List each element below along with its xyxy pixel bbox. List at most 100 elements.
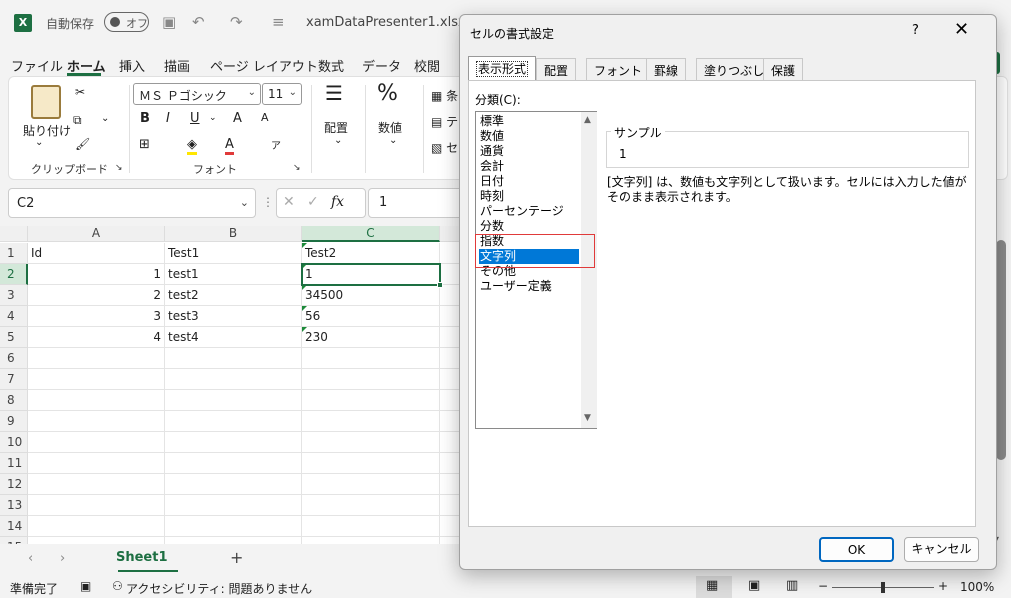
table-format-icon[interactable]: ▤ テ <box>431 113 458 130</box>
cell[interactable]: 230 <box>302 327 440 348</box>
bold-button[interactable]: B <box>140 111 150 126</box>
cell[interactable] <box>302 369 440 390</box>
cell[interactable] <box>440 327 460 348</box>
cell[interactable] <box>165 369 302 390</box>
clipboard-launcher-icon[interactable]: ↘ <box>115 163 123 173</box>
cell[interactable] <box>28 411 165 432</box>
cell[interactable] <box>28 390 165 411</box>
cell[interactable] <box>440 306 460 327</box>
macro-record-icon[interactable]: ▣ <box>80 579 91 593</box>
cell[interactable] <box>440 474 460 495</box>
row-header[interactable]: 3 <box>0 285 28 306</box>
add-sheet-button[interactable]: + <box>230 548 243 567</box>
row-header[interactable]: 8 <box>0 390 28 411</box>
row-header[interactable]: 9 <box>0 411 28 432</box>
save-icon[interactable]: ▣ <box>162 13 176 31</box>
category-item[interactable]: 会計 <box>479 159 579 174</box>
cell[interactable]: 1 <box>28 264 165 285</box>
cell[interactable]: Id <box>28 243 165 264</box>
alignment-button[interactable]: 配置 <box>324 119 348 136</box>
cell[interactable] <box>440 390 460 411</box>
cell[interactable] <box>28 495 165 516</box>
cell[interactable] <box>28 348 165 369</box>
vertical-scrollbar[interactable] <box>996 240 1006 460</box>
zoom-in-icon[interactable]: + <box>938 579 948 593</box>
cancel-icon[interactable]: ✕ <box>283 194 295 210</box>
formula-input[interactable]: 1 <box>368 188 468 218</box>
zoom-level[interactable]: 100% <box>960 580 994 594</box>
category-list[interactable]: ▲ ▼ 標準 数値 通貨 会計 日付 時刻 パーセンテージ 分数 指数 文字列 その他 ユーザー定義 <box>475 111 597 429</box>
page-break-view-icon[interactable]: ▥ <box>786 578 798 593</box>
font-size-select[interactable]: 11 ⌄ <box>262 83 302 105</box>
tab-insert[interactable]: 挿入 <box>119 56 145 75</box>
select-all-corner[interactable] <box>0 226 28 242</box>
tab-formulas[interactable]: 数式 <box>318 56 344 75</box>
category-item[interactable]: 時刻 <box>479 189 579 204</box>
row-header[interactable]: 1 <box>0 243 28 264</box>
help-button[interactable]: ? <box>912 23 919 38</box>
insert-function-icon[interactable]: fx <box>331 194 344 210</box>
zoom-slider-thumb[interactable] <box>881 582 885 593</box>
font-launcher-icon[interactable]: ↘ <box>293 163 301 173</box>
category-item[interactable]: ユーザー定義 <box>479 279 579 294</box>
cell[interactable] <box>165 411 302 432</box>
redo-icon[interactable]: ↷ <box>230 13 243 31</box>
cell[interactable] <box>302 348 440 369</box>
cell-style-icon[interactable]: ▧ セ <box>431 139 458 156</box>
cell[interactable]: 2 <box>28 285 165 306</box>
category-item[interactable]: 分数 <box>479 219 579 234</box>
borders-icon[interactable]: ⊞ <box>139 137 150 152</box>
cell[interactable] <box>302 537 440 544</box>
cell[interactable] <box>28 453 165 474</box>
cell[interactable] <box>165 537 302 544</box>
category-item[interactable]: 数値 <box>479 129 579 144</box>
grow-font-button[interactable]: A <box>233 111 242 126</box>
ok-button[interactable]: OK <box>819 537 894 562</box>
italic-button[interactable]: I <box>166 111 170 126</box>
cell[interactable] <box>440 537 460 544</box>
cell[interactable] <box>302 495 440 516</box>
cell[interactable] <box>440 432 460 453</box>
copy-chevron-icon[interactable]: ⌄ <box>101 113 109 124</box>
cell[interactable] <box>440 285 460 306</box>
row-header[interactable]: 13 <box>0 495 28 516</box>
cell[interactable]: test3 <box>165 306 302 327</box>
alignment-chevron-icon[interactable]: ⌄ <box>334 135 342 146</box>
customize-qat-icon[interactable]: ≡ <box>272 13 285 31</box>
cell[interactable]: test4 <box>165 327 302 348</box>
tab-protection[interactable]: 保護 <box>763 58 804 80</box>
row-header[interactable]: 11 <box>0 453 28 474</box>
font-name-select[interactable]: ＭＳ Ｐゴシック ⌄ <box>133 83 261 105</box>
category-item[interactable]: パーセンテージ <box>479 204 579 219</box>
cell[interactable] <box>165 474 302 495</box>
phonetic-button[interactable]: ア <box>271 137 281 152</box>
row-header[interactable]: 12 <box>0 474 28 495</box>
prev-sheet-icon[interactable]: ‹ <box>28 551 33 566</box>
enter-icon[interactable]: ✓ <box>307 194 319 210</box>
cell[interactable] <box>28 537 165 544</box>
cut-icon[interactable]: ✂ <box>75 85 85 99</box>
underline-chevron-icon[interactable]: ⌄ <box>209 113 217 123</box>
tab-fill[interactable]: 塗りつぶし <box>696 58 773 80</box>
copy-icon[interactable]: ⧉ <box>73 113 82 128</box>
scroll-up-icon[interactable]: ▲ <box>584 115 591 125</box>
row-header[interactable]: 4 <box>0 306 28 327</box>
cell[interactable]: 56 <box>302 306 440 327</box>
tab-review[interactable]: 校閲 <box>414 56 440 75</box>
cell[interactable] <box>302 432 440 453</box>
underline-button[interactable]: U <box>190 111 200 126</box>
cell[interactable] <box>440 369 460 390</box>
cell[interactable] <box>302 474 440 495</box>
cell[interactable] <box>440 348 460 369</box>
cell[interactable] <box>440 453 460 474</box>
cell[interactable] <box>440 495 460 516</box>
cell[interactable] <box>165 348 302 369</box>
cell[interactable] <box>302 453 440 474</box>
cell[interactable]: test2 <box>165 285 302 306</box>
cell[interactable] <box>165 495 302 516</box>
alignment-icon[interactable]: ☰ <box>325 83 343 103</box>
number-chevron-icon[interactable]: ⌄ <box>389 135 397 146</box>
cell[interactable] <box>440 516 460 537</box>
tab-alignment[interactable]: 配置 <box>536 58 577 80</box>
cell[interactable] <box>28 516 165 537</box>
